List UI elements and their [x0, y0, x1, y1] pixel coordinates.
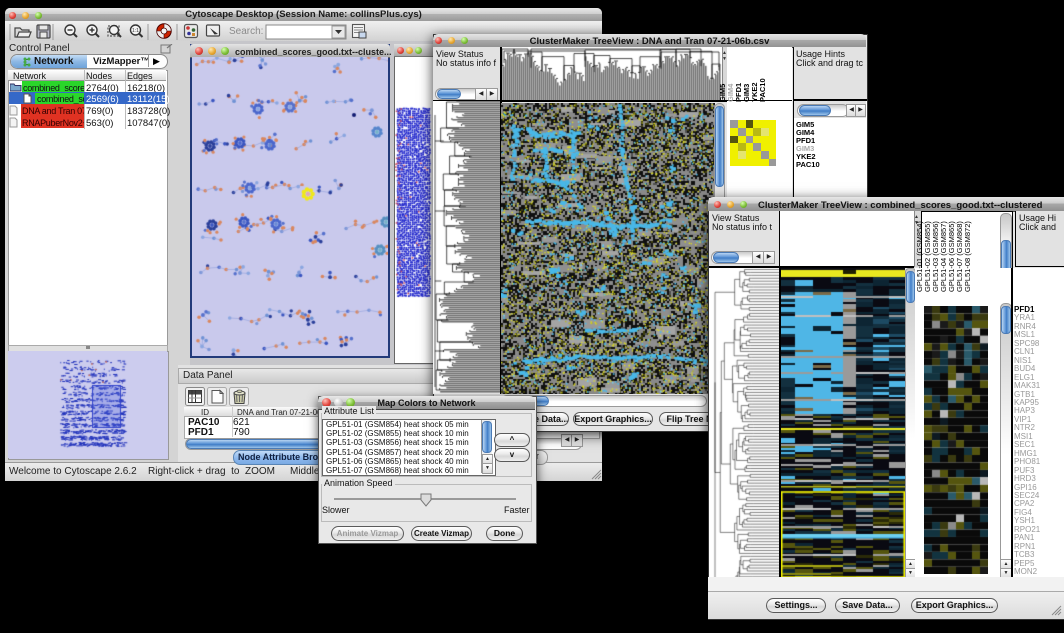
svg-text:Search:: Search: — [229, 26, 263, 37]
svg-text:1:1: 1:1 — [132, 28, 139, 34]
